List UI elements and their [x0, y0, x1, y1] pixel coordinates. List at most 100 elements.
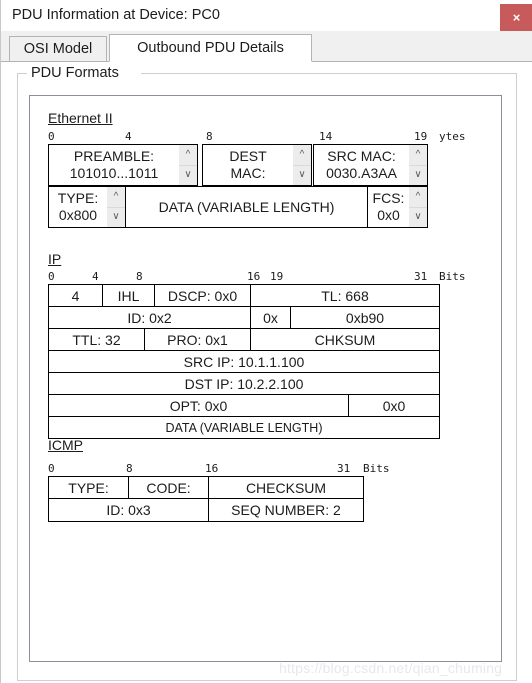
ip-field-dscp: DSCP: 0x0 — [155, 285, 251, 306]
field-label: DEST — [229, 148, 267, 164]
window-title: PDU Information at Device: PC0 — [12, 7, 220, 23]
icmp-field-type: TYPE: — [49, 477, 129, 498]
ethernet-field-preamble[interactable]: PREAMBLE: 101010...1011 ^ ∨ — [48, 144, 198, 186]
ethernet-field-fcs-text: FCS: 0x0 — [368, 187, 409, 227]
pdu-formats-panel: Ethernet II 0 4 8 14 19 ytes PREAMBLE: 1… — [29, 95, 502, 662]
ip-field-src-ip: SRC IP: 10.1.1.100 — [183, 353, 305, 370]
ruler-tick: 16 — [205, 462, 219, 475]
icmp-header-table: TYPE: CODE: CHECKSUM ID: 0x3 SEQ NUMBER:… — [48, 476, 364, 522]
ruler-tick: 0 — [48, 462, 55, 475]
src-mac-spinner[interactable]: ^ ∨ — [409, 145, 427, 185]
icmp-ruler: 0 8 16 31 Bits — [48, 462, 428, 476]
ip-row-dst: DST IP: 10.2.2.100 — [49, 373, 439, 395]
tab-outbound-pdu-details[interactable]: Outbound PDU Details — [109, 34, 312, 62]
chevron-down-icon[interactable]: ∨ — [293, 166, 311, 186]
ip-row-options: OPT: 0x0 0x0 — [49, 395, 439, 417]
ruler-tick: 19 — [270, 270, 284, 283]
close-button[interactable]: × — [500, 4, 532, 31]
ip-field-flags: 0x — [251, 307, 291, 328]
ip-row-ttl: TTL: 32 PRO: 0x1 CHKSUM — [49, 329, 439, 351]
ruler-tick: 19 — [414, 130, 428, 143]
groupbox-border-left-segment — [17, 73, 27, 74]
tab-content-outbound-pdu-details: PDU Formats Ethernet II 0 4 8 14 19 ytes… — [1, 62, 532, 683]
field-value: MAC: — [230, 165, 266, 181]
ruler-tick: 14 — [319, 130, 333, 143]
fcs-spinner[interactable]: ^ ∨ — [409, 187, 427, 227]
ethernet-ruler: 0 4 8 14 19 ytes — [48, 130, 478, 144]
type-spinner[interactable]: ^ ∨ — [107, 187, 125, 227]
ip-row-identification: ID: 0x2 0x 0xb90 — [49, 307, 439, 329]
pdu-information-window: PDU Information at Device: PC0 × OSI Mod… — [0, 0, 532, 683]
ip-field-ttl: TTL: 32 — [49, 329, 145, 350]
field-value: 0x800 — [58, 207, 98, 223]
ip-field-version: 4 — [49, 285, 103, 306]
ethernet-section-title: Ethernet II — [48, 110, 113, 126]
ruler-tick: 8 — [206, 130, 213, 143]
ip-field-total-length: TL: 668 — [321, 287, 369, 304]
tab-strip: OSI Model Outbound PDU Details — [1, 31, 532, 62]
ethernet-field-data: DATA (VARIABLE LENGTH) — [125, 186, 368, 228]
ethernet-field-dest-mac[interactable]: DEST MAC: ^ ∨ — [202, 144, 312, 186]
ethernet-field-src-mac[interactable]: SRC MAC: 0030.A3AA ^ ∨ — [313, 144, 428, 186]
ruler-tick: 8 — [136, 270, 143, 283]
ip-field-data: DATA (VARIABLE LENGTH) — [165, 420, 323, 435]
ethernet-field-src-mac-text: SRC MAC: 0030.A3AA — [314, 145, 409, 185]
ethernet-field-type[interactable]: TYPE: 0x800 ^ ∨ — [48, 186, 126, 228]
ip-field-options: OPT: 0x0 — [49, 395, 349, 416]
icmp-field-seq-number: SEQ NUMBER: 2 — [231, 502, 341, 518]
ethernet-field-type-text: TYPE: 0x800 — [49, 187, 107, 227]
field-value: 0030.A3AA — [326, 165, 397, 181]
ip-field-padding: 0x0 — [382, 397, 406, 414]
ip-header-table: 4 IHL DSCP: 0x0 TL: 668 ID: 0x2 0x 0xb90… — [48, 284, 440, 439]
field-label: PREAMBLE: — [73, 148, 155, 164]
ruler-unit-label: Bits — [363, 462, 390, 475]
groupbox-border-right-segment — [141, 73, 517, 74]
ruler-tick: 4 — [92, 270, 99, 283]
chevron-down-icon[interactable]: ∨ — [409, 208, 427, 228]
ethernet-field-data-text: DATA (VARIABLE LENGTH) — [126, 187, 367, 227]
watermark-text: https://blog.csdn.net/qian_chuming — [279, 660, 503, 676]
ethernet-field-preamble-text: PREAMBLE: 101010...1011 — [49, 145, 179, 185]
icmp-row-type: TYPE: CODE: CHECKSUM — [49, 477, 363, 499]
icmp-field-id: ID: 0x3 — [49, 499, 209, 521]
ruler-tick: 31 — [414, 270, 428, 283]
ruler-tick: 4 — [125, 130, 132, 143]
ip-field-ihl: IHL — [103, 285, 155, 306]
ip-row-data: DATA (VARIABLE LENGTH) — [49, 417, 439, 438]
field-label: TYPE: — [57, 190, 99, 206]
ruler-tick: 8 — [126, 462, 133, 475]
field-label: DATA (VARIABLE LENGTH) — [158, 198, 335, 215]
chevron-up-icon[interactable]: ^ — [409, 187, 427, 208]
field-label: FCS: — [372, 190, 405, 206]
ip-row-src: SRC IP: 10.1.1.100 — [49, 351, 439, 373]
ip-ruler: 0 4 8 16 19 31 Bits — [48, 270, 478, 284]
ip-section-title: IP — [48, 251, 62, 267]
ip-field-fragment-offset: 0xb90 — [345, 309, 385, 326]
field-value: 0x0 — [377, 207, 400, 223]
icmp-field-checksum: CHECKSUM — [245, 479, 327, 496]
chevron-up-icon[interactable]: ^ — [293, 145, 311, 166]
ruler-tick: 0 — [48, 130, 55, 143]
chevron-up-icon[interactable]: ^ — [179, 145, 197, 166]
ip-row-version: 4 IHL DSCP: 0x0 TL: 668 — [49, 285, 439, 307]
preamble-spinner[interactable]: ^ ∨ — [179, 145, 197, 185]
chevron-down-icon[interactable]: ∨ — [409, 166, 427, 186]
ruler-unit-label: ytes — [439, 130, 466, 143]
icmp-field-code: CODE: — [129, 477, 209, 498]
tab-osi-model[interactable]: OSI Model — [9, 36, 107, 62]
ruler-tick: 16 — [247, 270, 261, 283]
dest-mac-spinner[interactable]: ^ ∨ — [293, 145, 311, 185]
ip-field-id: ID: 0x2 — [49, 307, 251, 328]
chevron-down-icon[interactable]: ∨ — [107, 208, 125, 228]
icmp-row-id: ID: 0x3 SEQ NUMBER: 2 — [49, 499, 363, 521]
ethernet-field-fcs[interactable]: FCS: 0x0 ^ ∨ — [367, 186, 428, 228]
chevron-up-icon[interactable]: ^ — [409, 145, 427, 166]
chevron-down-icon[interactable]: ∨ — [179, 166, 197, 186]
ip-field-protocol: PRO: 0x1 — [145, 329, 251, 350]
field-label: SRC MAC: — [327, 148, 396, 164]
field-value: 101010...1011 — [69, 165, 159, 181]
chevron-up-icon[interactable]: ^ — [107, 187, 125, 208]
ip-field-checksum: CHKSUM — [314, 331, 376, 348]
icmp-section-title: ICMP — [48, 437, 83, 453]
ip-field-dst-ip: DST IP: 10.2.2.100 — [184, 375, 304, 392]
